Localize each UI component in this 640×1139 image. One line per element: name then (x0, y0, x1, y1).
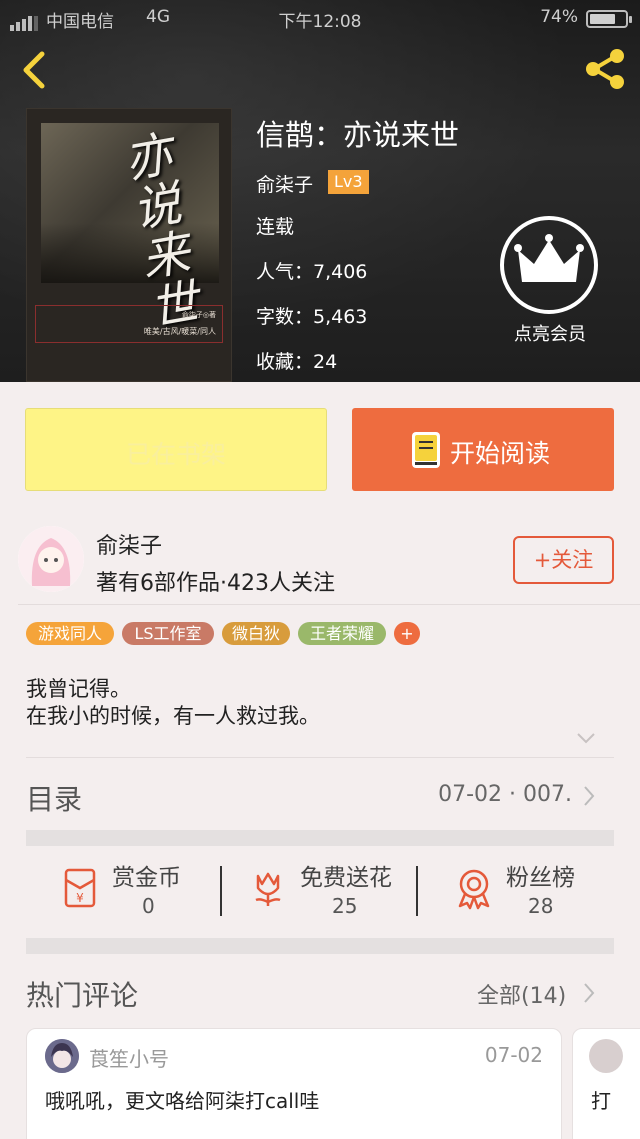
start-reading-button[interactable]: 开始阅读 (352, 408, 614, 491)
stat-label: 赏金币 (112, 865, 181, 891)
red-envelope-icon: ¥ (64, 868, 96, 908)
cover-credit: 俞柒子◎著 (181, 311, 216, 319)
stat-separator (416, 866, 418, 916)
commenter-avatar[interactable] (45, 1039, 79, 1073)
chevron-right-icon[interactable] (582, 784, 596, 808)
book-favorites: 收藏：24 (256, 351, 338, 373)
book-title: 信鹊：亦说来世 (256, 118, 460, 152)
status-bar: 中国电信 4G 下午12:08 74% (0, 0, 640, 36)
add-tag-button[interactable]: + (394, 622, 420, 645)
vip-label: 点亮会员 (514, 324, 586, 345)
toc-label[interactable]: 目录 (26, 778, 82, 818)
svg-text:¥: ¥ (76, 891, 84, 905)
author-meta: 著有6部作品·423人关注 (96, 571, 335, 596)
comment-date: 07-02 (484, 1043, 543, 1067)
stat-label: 粉丝榜 (506, 865, 575, 891)
crown-icon (514, 234, 584, 282)
battery-percent: 74% (540, 7, 578, 27)
book-word-count: 字数：5,463 (256, 306, 368, 328)
stat-value: 28 (528, 894, 554, 918)
back-button[interactable] (16, 48, 56, 92)
description-line: 我曾记得。 (26, 677, 131, 701)
tag-item[interactable]: 微白狄 (222, 622, 290, 645)
vip-button[interactable]: 点亮会员 (498, 216, 602, 346)
description-line: 在我小的时候，有一人救过我。 (26, 704, 320, 728)
toc-latest-chapter[interactable]: 07-02 · 007. (438, 782, 572, 807)
cover-genres: 唯美/古风/暖菜/同人 (143, 327, 216, 336)
chevron-left-icon (23, 51, 45, 89)
stat-label: 免费送花 (300, 865, 392, 891)
divider (26, 757, 614, 758)
stat-value: 25 (332, 894, 358, 918)
medal-icon (458, 869, 490, 910)
battery-icon (586, 10, 632, 28)
section-divider (26, 938, 614, 954)
book-popularity: 人气：7,406 (256, 261, 368, 283)
tag-item[interactable]: 王者荣耀 (298, 622, 386, 645)
author-name[interactable]: 俞柒子 (96, 528, 162, 560)
comment-text: 打 (591, 1089, 611, 1113)
in-shelf-label: 已在书架 (125, 440, 226, 469)
cover-strip: 俞柒子◎著 唯美/古风/暖菜/同人 (35, 305, 223, 343)
commenter-avatar[interactable] (589, 1039, 623, 1073)
vip-circle (500, 216, 598, 314)
tag-item[interactable]: LS工作室 (122, 622, 214, 645)
commenter-name[interactable]: 莨笙小号 (89, 1043, 169, 1072)
stat-separator (220, 866, 222, 916)
share-icon (586, 49, 624, 89)
comment-text: 哦吼吼，更文咯给阿柒打call哇 (45, 1089, 320, 1113)
book-cover[interactable]: 亦说来世 俞柒子◎著 唯美/古风/暖菜/同人 (26, 108, 232, 382)
chevron-right-icon[interactable] (582, 981, 596, 1005)
author-avatar[interactable] (18, 526, 84, 592)
chevron-down-icon (577, 733, 595, 744)
author-level-badge: Lv3 (328, 170, 369, 194)
stats-bar: ¥ 赏金币 0 免费送花 25 粉丝榜 28 (0, 846, 640, 938)
comment-card[interactable]: 莨笙小号 07-02 哦吼吼，更文咯给阿柒打call哇 (26, 1028, 562, 1139)
book-author[interactable]: 俞柒子 (256, 170, 313, 197)
share-button[interactable] (580, 44, 630, 94)
in-shelf-button[interactable]: 已在书架 (25, 408, 327, 491)
follow-button[interactable]: +关注 (513, 536, 614, 584)
flower-icon (255, 872, 281, 906)
book-status: 连载 (256, 216, 295, 238)
comment-card[interactable]: 打 (572, 1028, 640, 1139)
all-comments-link[interactable]: 全部(14) (477, 978, 566, 1010)
hot-comments-label: 热门评论 (26, 979, 139, 1012)
tag-item[interactable]: 游戏同人 (26, 622, 114, 645)
divider (18, 604, 640, 605)
start-reading-label: 开始阅读 (450, 439, 551, 468)
book-icon (412, 432, 440, 468)
stat-value: 0 (142, 894, 155, 918)
section-divider (26, 830, 614, 846)
expand-button[interactable] (574, 730, 598, 746)
